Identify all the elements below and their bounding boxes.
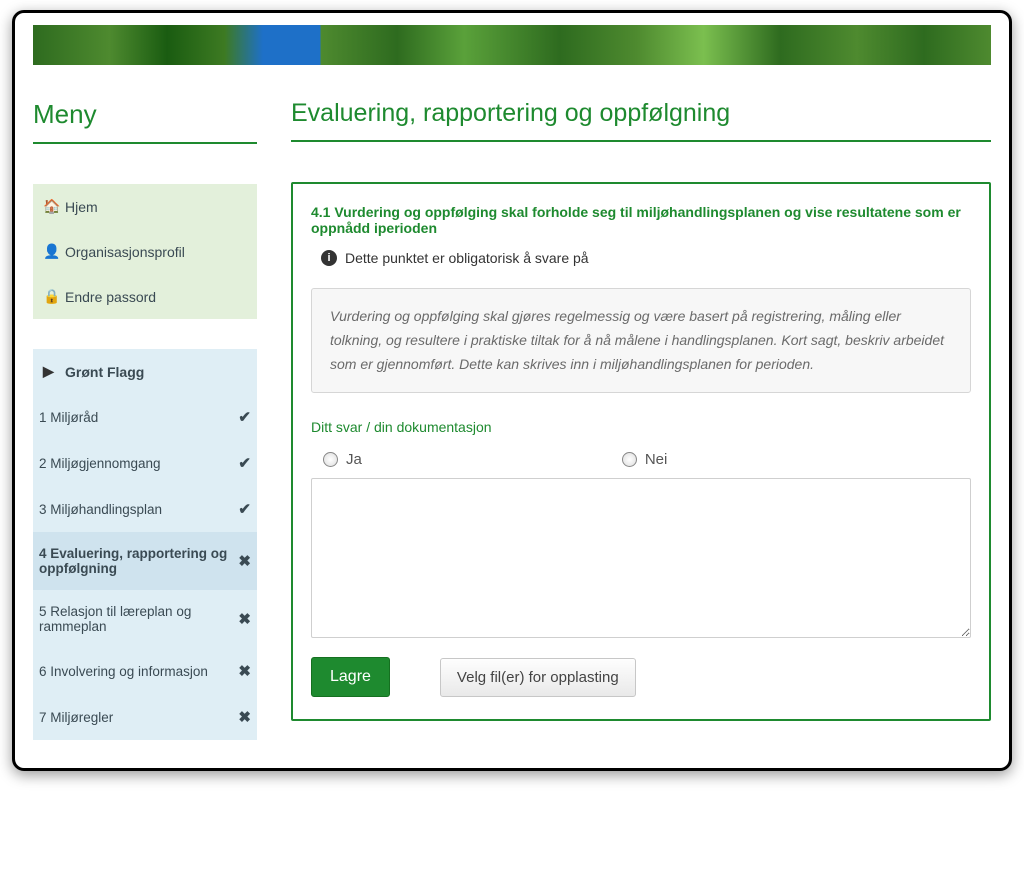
sidebar-item-label: 3 Miljøhandlingsplan	[39, 502, 233, 517]
sidebar-step-5[interactable]: 5 Relasjon til læreplan og rammeplan ✖	[33, 590, 257, 648]
sidebar-steps-header[interactable]: ▶ Grønt Flagg	[33, 349, 257, 394]
sidebar-step-6[interactable]: 6 Involvering og informasjon ✖	[33, 648, 257, 694]
page-title: Evaluering, rapportering og oppfølgning	[291, 99, 991, 142]
mandatory-text: Dette punktet er obligatorisk å svare på	[345, 250, 589, 266]
question-panel: 4.1 Vurdering og oppfølging skal forhold…	[291, 182, 991, 721]
info-icon: i	[321, 250, 337, 266]
radio-option-yes[interactable]: Ja	[323, 451, 362, 468]
app-frame: Meny 🏠 Hjem 👤 Organisasjonsprofil 🔒 Endr…	[12, 10, 1012, 771]
sidebar-item-change-password[interactable]: 🔒 Endre passord	[33, 274, 257, 319]
radio-label: Nei	[645, 451, 668, 468]
action-button-row: Lagre Velg fil(er) for opplasting	[311, 657, 971, 697]
sidebar-item-label: 2 Miljøgjennomgang	[39, 456, 233, 471]
sidebar-step-3[interactable]: 3 Miljøhandlingsplan ✔	[33, 486, 257, 532]
radio-label: Ja	[346, 451, 362, 468]
mandatory-notice: i Dette punktet er obligatorisk å svare …	[311, 250, 971, 266]
sidebar-section-steps: ▶ Grønt Flagg 1 Miljøråd ✔ 2 Miljøgjenno…	[33, 349, 257, 740]
play-icon: ▶	[43, 363, 57, 380]
radio-icon	[323, 452, 338, 467]
header-banner-image	[33, 25, 991, 71]
sidebar-item-label: 7 Miljøregler	[39, 710, 233, 725]
sidebar-item-label: 1 Miljøråd	[39, 410, 233, 425]
radio-group-yesno: Ja Nei	[311, 447, 971, 478]
sidebar-section-account: 🏠 Hjem 👤 Organisasjonsprofil 🔒 Endre pas…	[33, 184, 257, 319]
sidebar-step-4[interactable]: 4 Evaluering, rapportering og oppfølgnin…	[33, 532, 257, 590]
lock-icon: 🔒	[43, 288, 57, 305]
sidebar-step-2[interactable]: 2 Miljøgjennomgang ✔	[33, 440, 257, 486]
radio-icon	[622, 452, 637, 467]
check-icon: ✔	[233, 500, 251, 518]
sidebar-item-label: Organisasjonsprofil	[65, 244, 247, 260]
main-content: Evaluering, rapportering og oppfølgning …	[291, 99, 991, 740]
instruction-box: Vurdering og oppfølging skal gjøres rege…	[311, 288, 971, 393]
close-icon: ✖	[233, 662, 251, 680]
answer-textarea[interactable]	[311, 478, 971, 638]
upload-files-button[interactable]: Velg fil(er) for opplasting	[440, 658, 636, 697]
check-icon: ✔	[233, 454, 251, 472]
radio-option-no[interactable]: Nei	[622, 451, 668, 468]
close-icon: ✖	[233, 610, 251, 628]
sidebar-item-home[interactable]: 🏠 Hjem	[33, 184, 257, 229]
sidebar-item-label: Hjem	[65, 199, 247, 215]
home-icon: 🏠	[43, 198, 57, 215]
sidebar-step-1[interactable]: 1 Miljøråd ✔	[33, 394, 257, 440]
sidebar-item-label: Grønt Flagg	[65, 364, 247, 380]
answer-section-label: Ditt svar / din dokumentasjon	[311, 419, 971, 435]
sidebar: Meny 🏠 Hjem 👤 Organisasjonsprofil 🔒 Endr…	[33, 99, 257, 740]
close-icon: ✖	[233, 552, 251, 570]
sidebar-item-org-profile[interactable]: 👤 Organisasjonsprofil	[33, 229, 257, 274]
save-button[interactable]: Lagre	[311, 657, 390, 697]
sidebar-item-label: 5 Relasjon til læreplan og rammeplan	[39, 604, 233, 634]
question-title: 4.1 Vurdering og oppfølging skal forhold…	[311, 204, 971, 236]
sidebar-item-label: 6 Involvering og informasjon	[39, 664, 233, 679]
sidebar-item-label: Endre passord	[65, 289, 247, 305]
user-icon: 👤	[43, 243, 57, 260]
sidebar-step-7[interactable]: 7 Miljøregler ✖	[33, 694, 257, 740]
sidebar-title: Meny	[33, 99, 257, 144]
close-icon: ✖	[233, 708, 251, 726]
main-columns: Meny 🏠 Hjem 👤 Organisasjonsprofil 🔒 Endr…	[33, 99, 991, 740]
sidebar-item-label: 4 Evaluering, rapportering og oppfølgnin…	[39, 546, 233, 576]
check-icon: ✔	[233, 408, 251, 426]
